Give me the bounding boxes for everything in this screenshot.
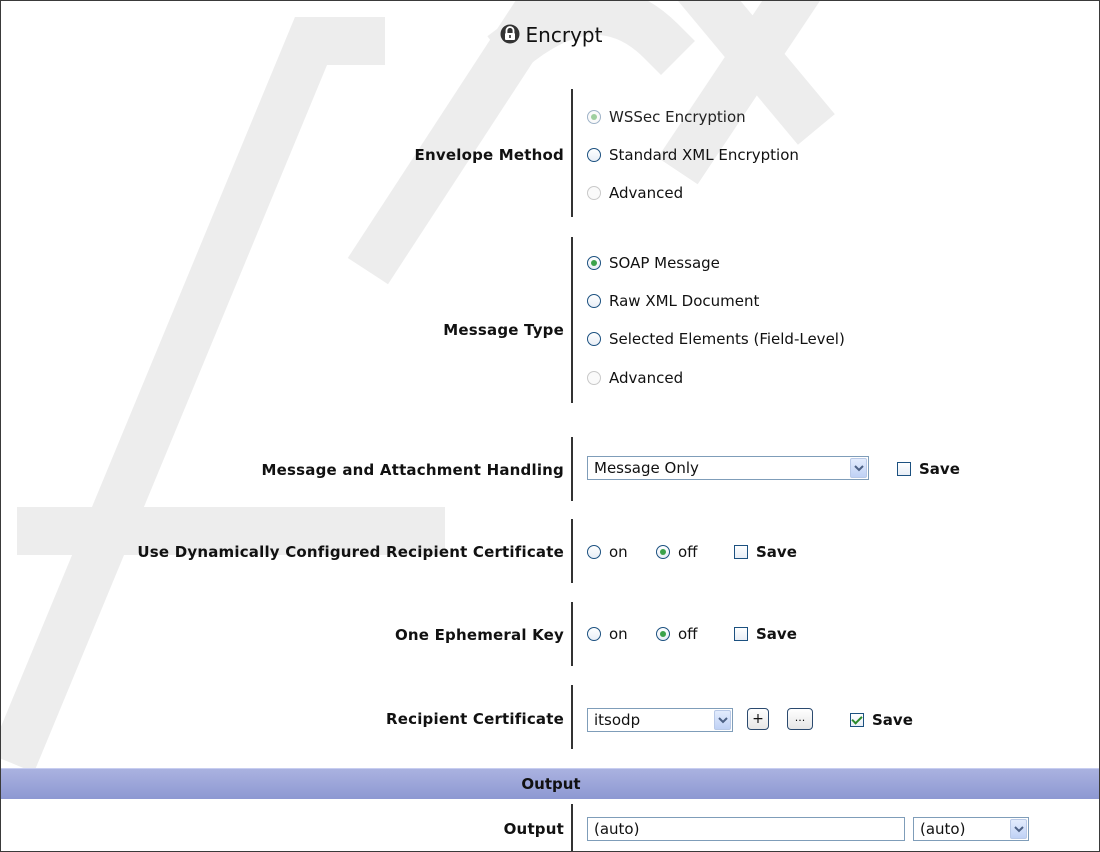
- radio-dynamic-cert-on[interactable]: [587, 545, 601, 559]
- radio-standard-xml[interactable]: [587, 148, 601, 162]
- save-checkbox[interactable]: [734, 627, 748, 641]
- encrypt-panel: Encrypt Envelope Method WSSec Encryption…: [0, 0, 1100, 852]
- message-type-option-selected-elements[interactable]: Selected Elements (Field-Level): [587, 327, 845, 351]
- attachment-handling-label: Message and Attachment Handling: [261, 461, 564, 479]
- lock-icon: [500, 24, 520, 44]
- output-select[interactable]: (auto): [913, 817, 1029, 841]
- page-title: Encrypt: [1, 23, 1099, 47]
- message-type-option-soap[interactable]: SOAP Message: [587, 251, 720, 275]
- radio-raw-xml[interactable]: [587, 294, 601, 308]
- ephemeral-key-label: One Ephemeral Key: [394, 626, 564, 644]
- dynamic-cert-off[interactable]: off: [656, 540, 698, 564]
- envelope-option-wssec[interactable]: WSSec Encryption: [587, 105, 746, 129]
- recipient-cert-select[interactable]: itsodp: [587, 708, 733, 732]
- browse-certificate-button[interactable]: ...: [787, 708, 813, 730]
- save-checkbox[interactable]: [897, 462, 911, 476]
- divider: [571, 685, 573, 749]
- divider: [571, 89, 573, 217]
- radio-wssec[interactable]: [587, 110, 601, 124]
- ephemeral-key-off[interactable]: off: [656, 622, 698, 646]
- radio-message-advanced[interactable]: [587, 371, 601, 385]
- output-label: Output: [503, 820, 564, 838]
- envelope-method-label: Envelope Method: [414, 146, 564, 164]
- envelope-option-advanced[interactable]: Advanced: [587, 181, 683, 205]
- attachment-handling-save[interactable]: Save: [897, 457, 960, 481]
- output-section-header: Output: [1, 768, 1099, 799]
- ephemeral-key-save[interactable]: Save: [734, 622, 797, 646]
- divider: [571, 602, 573, 666]
- divider: [571, 437, 573, 501]
- divider: [571, 804, 573, 851]
- ephemeral-key-on[interactable]: on: [587, 622, 628, 646]
- envelope-option-standard-xml[interactable]: Standard XML Encryption: [587, 143, 799, 167]
- recipient-cert-save[interactable]: Save: [850, 708, 913, 732]
- recipient-cert-label: Recipient Certificate: [386, 710, 564, 728]
- save-checkbox[interactable]: [850, 713, 864, 727]
- save-checkbox[interactable]: [734, 545, 748, 559]
- chevron-down-icon[interactable]: [850, 458, 867, 478]
- chevron-down-icon[interactable]: [1010, 819, 1027, 839]
- dynamic-cert-on[interactable]: on: [587, 540, 628, 564]
- message-type-label: Message Type: [443, 321, 564, 339]
- chevron-down-icon[interactable]: [714, 710, 731, 730]
- radio-selected-elements[interactable]: [587, 332, 601, 346]
- divider: [571, 237, 573, 403]
- radio-ephemeral-on[interactable]: [587, 627, 601, 641]
- dynamic-cert-save[interactable]: Save: [734, 540, 797, 564]
- attachment-handling-select[interactable]: Message Only: [587, 456, 869, 480]
- output-input[interactable]: (auto): [587, 817, 905, 841]
- add-certificate-button[interactable]: +: [747, 708, 769, 730]
- radio-envelope-advanced[interactable]: [587, 186, 601, 200]
- radio-soap-message[interactable]: [587, 256, 601, 270]
- message-type-option-advanced[interactable]: Advanced: [587, 366, 683, 390]
- radio-ephemeral-off[interactable]: [656, 627, 670, 641]
- divider: [571, 519, 573, 583]
- message-type-option-raw-xml[interactable]: Raw XML Document: [587, 289, 759, 313]
- dynamic-cert-label: Use Dynamically Configured Recipient Cer…: [137, 543, 564, 561]
- radio-dynamic-cert-off[interactable]: [656, 545, 670, 559]
